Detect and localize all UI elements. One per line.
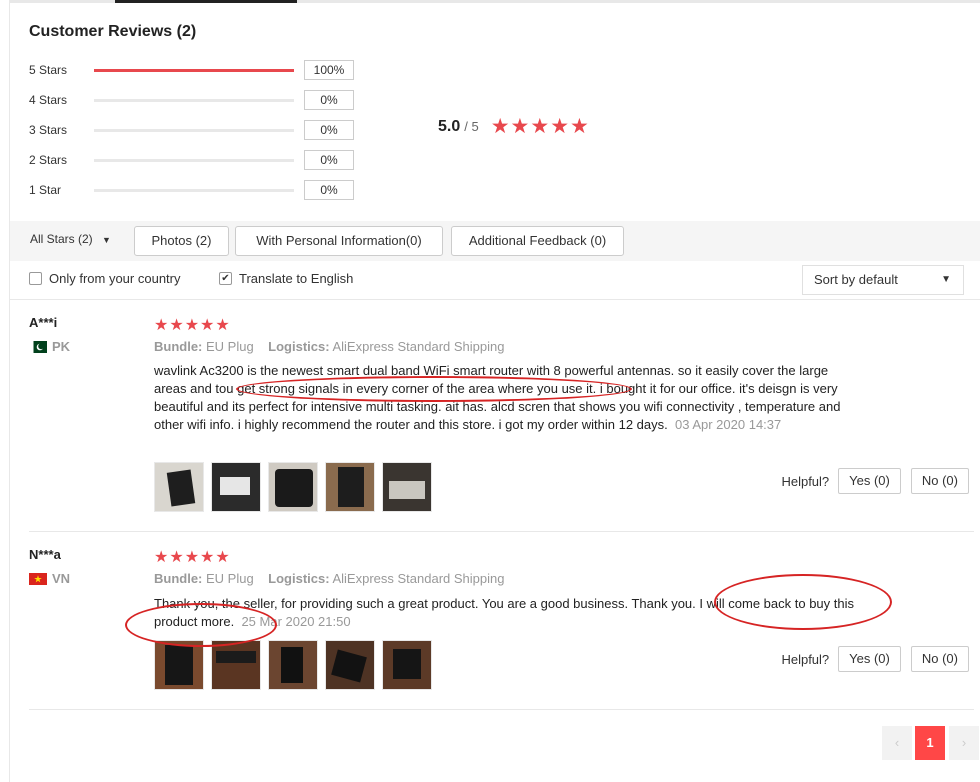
tab-underline [10, 0, 980, 3]
review-text: Thank you, the seller, for providing suc… [154, 595, 864, 631]
panel-border [9, 0, 10, 782]
review-photo[interactable] [382, 462, 432, 512]
average-out-of: / 5 [464, 119, 479, 134]
histogram-row-4[interactable]: 4 Stars 0% [29, 90, 354, 110]
review-text: wavlink Ac3200 is the newest smart dual … [154, 362, 864, 434]
review-stars: ★★★★★ [154, 549, 231, 566]
review-item: A***i PK ★★★★★ Bundle: EU Plug Logistics… [29, 315, 969, 515]
review-item: N***a VN ★★★★★ Bundle: EU Plug Logistics… [29, 547, 969, 697]
histogram-row-2[interactable]: 2 Stars 0% [29, 150, 354, 170]
reviewer-name: N***a [29, 547, 61, 562]
pagination-next-button[interactable]: › [949, 726, 979, 760]
average-rating: 5.0 / 5 ★★★★★ [438, 114, 590, 139]
country-code: VN [52, 571, 71, 586]
average-stars: ★★★★★ [490, 115, 590, 138]
filter-bar: All Stars (2) ▼ Photos (2) With Personal… [10, 221, 980, 261]
vietnam-flag-icon [29, 573, 47, 585]
logistics-label: Logistics: [268, 339, 330, 354]
logistics-value: AliExpress Standard Shipping [332, 571, 505, 586]
divider [10, 299, 980, 300]
helpful-label: Helpful? [781, 651, 830, 667]
all-stars-dropdown[interactable]: All Stars (2) ▼ [30, 232, 111, 246]
histogram-label: 5 Stars [29, 63, 68, 77]
helpful-section: Helpful? Yes (0) No (0) [781, 646, 969, 672]
review-photo[interactable] [325, 462, 375, 512]
review-photo[interactable] [325, 640, 375, 690]
bundle-label: Bundle: [154, 571, 203, 586]
helpful-no-button[interactable]: No (0) [910, 646, 969, 672]
pagination-page-1[interactable]: 1 [915, 726, 945, 760]
review-photo[interactable] [211, 462, 261, 512]
review-photo[interactable] [268, 462, 318, 512]
bundle-value: EU Plug [206, 571, 254, 586]
chevron-down-icon: ▼ [102, 235, 111, 245]
histogram-label: 1 Star [29, 183, 62, 197]
review-date: 25 Mar 2020 21:50 [241, 614, 351, 629]
logistics-label: Logistics: [268, 571, 330, 586]
histogram-bar [94, 128, 294, 132]
helpful-no-button[interactable]: No (0) [910, 468, 969, 494]
translate-label: Translate to English [239, 271, 354, 286]
pakistan-flag-icon [29, 341, 47, 353]
review-photo[interactable] [211, 640, 261, 690]
review-stars: ★★★★★ [154, 317, 231, 334]
divider [29, 709, 974, 710]
review-photos [154, 462, 439, 512]
histogram-label: 3 Stars [29, 123, 68, 137]
country-code: PK [52, 339, 71, 354]
translate-checkbox[interactable]: ✔ [219, 272, 232, 285]
helpful-label: Helpful? [781, 473, 830, 489]
review-date: 03 Apr 2020 14:37 [674, 417, 782, 432]
histogram-row-3[interactable]: 3 Stars 0% [29, 120, 354, 140]
histogram-bar [94, 158, 294, 162]
average-value: 5.0 [438, 117, 461, 135]
helpful-yes-button[interactable]: Yes (0) [838, 646, 901, 672]
translate-option[interactable]: ✔ Translate to English [219, 271, 353, 286]
pagination-prev-button[interactable]: ‹ [882, 726, 912, 760]
histogram-pct: 0% [304, 180, 354, 200]
only-country-label: Only from your country [49, 271, 181, 286]
histogram-fill [94, 68, 294, 72]
only-country-checkbox[interactable] [29, 272, 42, 285]
histogram-row-1[interactable]: 1 Star 0% [29, 180, 354, 200]
review-photos [154, 640, 439, 690]
helpful-yes-button[interactable]: Yes (0) [838, 468, 901, 494]
personal-info-filter-button[interactable]: With Personal Information(0) [235, 226, 443, 256]
helpful-section: Helpful? Yes (0) No (0) [781, 468, 969, 494]
divider [29, 531, 974, 532]
sort-label: Sort by default [814, 272, 898, 287]
histogram-label: 2 Stars [29, 153, 68, 167]
additional-feedback-filter-button[interactable]: Additional Feedback (0) [451, 226, 624, 256]
review-meta: Bundle: EU Plug Logistics: AliExpress St… [154, 571, 504, 586]
histogram-row-5[interactable]: 5 Stars 100% [29, 60, 354, 80]
bundle-label: Bundle: [154, 339, 203, 354]
chevron-right-icon: › [961, 735, 967, 750]
chevron-left-icon: ‹ [894, 735, 900, 750]
all-stars-label: All Stars (2) [30, 232, 93, 246]
histogram-label: 4 Stars [29, 93, 68, 107]
section-title: Customer Reviews (2) [29, 23, 197, 40]
histogram-pct: 0% [304, 120, 354, 140]
histogram-bar [94, 188, 294, 192]
histogram-bar [94, 68, 294, 72]
review-photo[interactable] [382, 640, 432, 690]
bundle-value: EU Plug [206, 339, 254, 354]
reviewer-name: A***i [29, 315, 58, 330]
review-photo[interactable] [154, 462, 204, 512]
review-photo[interactable] [154, 640, 204, 690]
sort-select[interactable]: Sort by default ▼ [802, 265, 964, 295]
histogram-pct: 100% [304, 60, 354, 80]
histogram-pct: 0% [304, 150, 354, 170]
review-photo[interactable] [268, 640, 318, 690]
logistics-value: AliExpress Standard Shipping [332, 339, 505, 354]
only-country-option[interactable]: Only from your country [29, 271, 181, 286]
review-meta: Bundle: EU Plug Logistics: AliExpress St… [154, 339, 504, 354]
histogram-pct: 0% [304, 90, 354, 110]
active-tab-indicator [115, 0, 297, 3]
histogram-bar [94, 98, 294, 102]
photos-filter-button[interactable]: Photos (2) [134, 226, 229, 256]
chevron-down-icon: ▼ [941, 274, 951, 285]
